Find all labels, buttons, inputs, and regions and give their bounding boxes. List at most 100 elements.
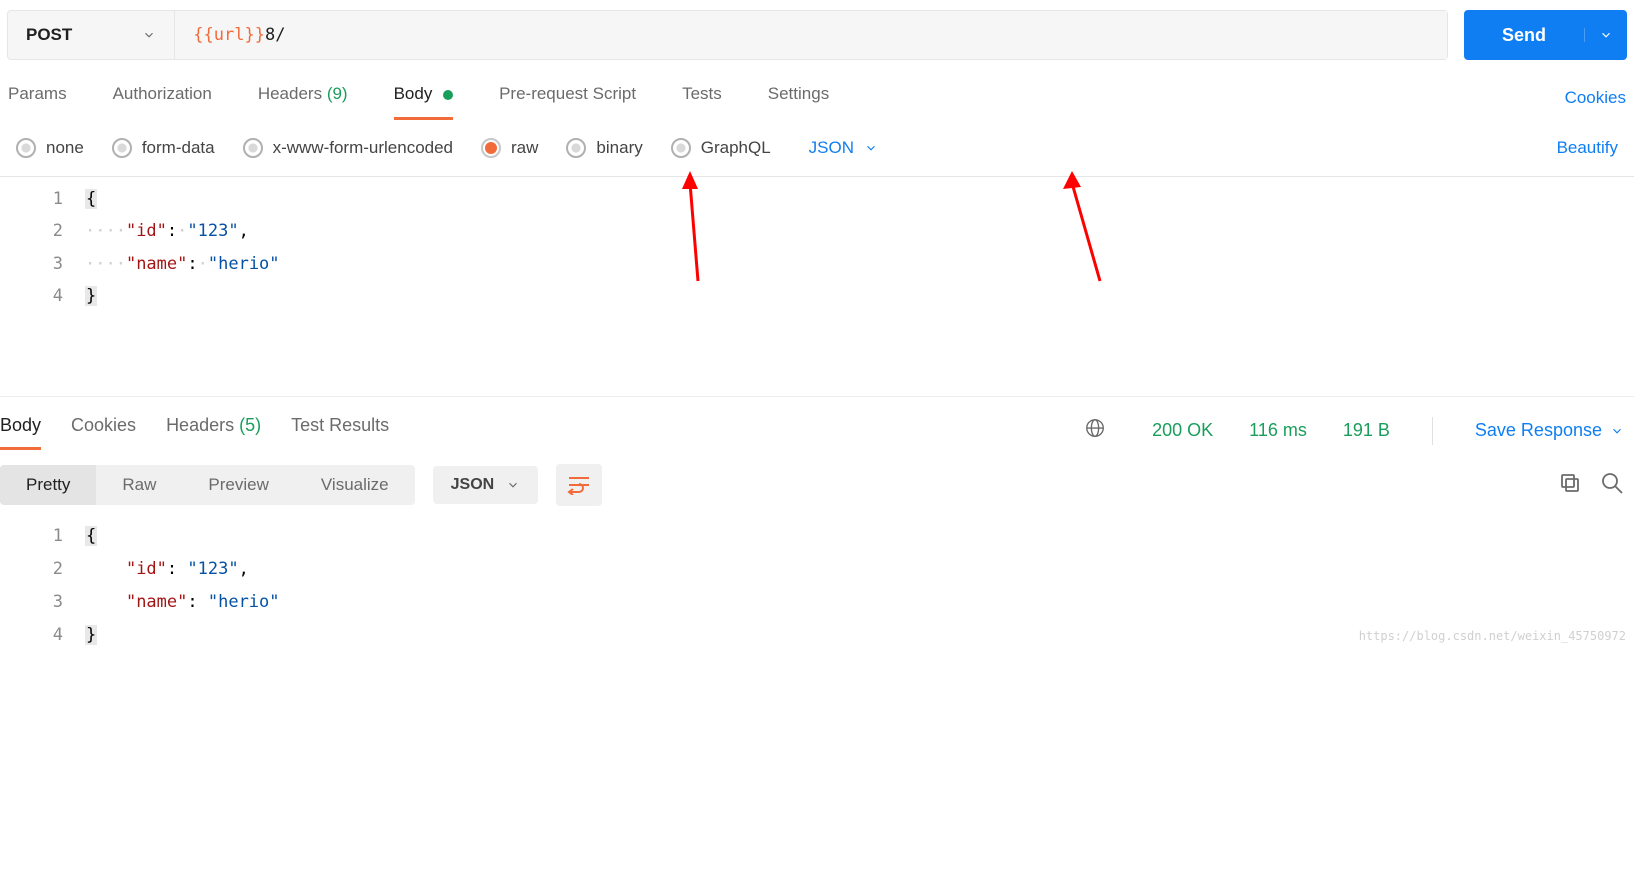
response-headers-label: Headers — [166, 415, 234, 435]
line-number: 1 — [0, 183, 85, 215]
radio-icon — [671, 138, 691, 158]
globe-icon[interactable] — [1084, 417, 1106, 444]
method-value: POST — [26, 25, 72, 45]
brace: { — [85, 189, 97, 209]
search-icon[interactable] — [1600, 471, 1624, 499]
tab-prerequest[interactable]: Pre-request Script — [499, 76, 636, 120]
tab-headers[interactable]: Headers (9) — [258, 76, 348, 120]
divider — [1432, 417, 1433, 445]
radio-xwww[interactable]: x-www-form-urlencoded — [243, 138, 453, 158]
status-time: 116 ms — [1249, 420, 1307, 441]
body-format-value: JSON — [809, 138, 854, 158]
radio-none[interactable]: none — [16, 138, 84, 158]
tab-body[interactable]: Body — [394, 76, 453, 120]
chevron-down-icon — [506, 478, 520, 492]
radio-graphql[interactable]: GraphQL — [671, 138, 771, 158]
radio-binary[interactable]: binary — [566, 138, 642, 158]
request-body-editor[interactable]: 1{ 2····"id":·"123", 3····"name":·"herio… — [0, 176, 1634, 396]
line-number: 2 — [0, 553, 85, 586]
request-tabs: Params Authorization Headers (9) Body Pr… — [0, 70, 1634, 120]
save-response-label: Save Response — [1475, 420, 1602, 441]
brace: } — [85, 625, 97, 645]
line-number: 4 — [0, 280, 85, 312]
response-format-select[interactable]: JSON — [433, 466, 539, 504]
send-button-label: Send — [1464, 25, 1584, 46]
radio-icon — [112, 138, 132, 158]
chevron-down-icon — [1599, 28, 1613, 42]
radio-label: form-data — [142, 138, 215, 158]
body-modified-dot-icon — [443, 90, 453, 100]
status-size: 191 B — [1343, 420, 1390, 441]
line-number: 3 — [0, 586, 85, 619]
radio-icon — [16, 138, 36, 158]
radio-label: x-www-form-urlencoded — [273, 138, 453, 158]
line-number: 1 — [0, 520, 85, 553]
json-value: "herio" — [208, 254, 280, 274]
tab-params[interactable]: Params — [8, 76, 67, 120]
watermark: https://blog.csdn.net/weixin_45750972 — [1359, 625, 1626, 648]
wrap-lines-button[interactable] — [556, 464, 602, 506]
response-format-value: JSON — [451, 476, 495, 494]
response-tabs: Body Cookies Headers (5) Test Results 20… — [0, 396, 1634, 450]
view-pretty[interactable]: Pretty — [0, 465, 96, 505]
radio-icon — [566, 138, 586, 158]
tab-tests[interactable]: Tests — [682, 76, 722, 120]
url-path: 8/ — [265, 25, 285, 45]
view-visualize[interactable]: Visualize — [295, 465, 415, 505]
radio-label: binary — [596, 138, 642, 158]
json-key: "id" — [126, 559, 167, 579]
radio-raw[interactable]: raw — [481, 138, 538, 158]
headers-count: (9) — [327, 84, 348, 103]
radio-label: none — [46, 138, 84, 158]
indent-dots: ···· — [85, 221, 126, 241]
cookies-link[interactable]: Cookies — [1565, 88, 1626, 108]
status-code: 200 OK — [1152, 420, 1213, 441]
url-variable: {{url}} — [193, 25, 265, 45]
request-bar: POST {{url}}8/ — [7, 10, 1448, 60]
send-button[interactable]: Send — [1464, 10, 1627, 60]
tab-settings[interactable]: Settings — [768, 76, 829, 120]
radio-label: raw — [511, 138, 538, 158]
beautify-link[interactable]: Beautify — [1557, 138, 1618, 158]
copy-icon[interactable] — [1558, 471, 1582, 499]
send-dropdown[interactable] — [1584, 28, 1627, 42]
radio-icon — [243, 138, 263, 158]
body-type-row: none form-data x-www-form-urlencoded raw… — [0, 120, 1634, 176]
chevron-down-icon — [864, 141, 878, 155]
brace: } — [85, 286, 97, 306]
radio-icon — [481, 138, 501, 158]
json-key: "name" — [126, 254, 187, 274]
response-tab-test-results[interactable]: Test Results — [291, 411, 389, 450]
json-key: "name" — [126, 592, 187, 612]
json-value: "123" — [187, 559, 238, 579]
body-format-select[interactable]: JSON — [809, 138, 878, 158]
json-key: "id" — [126, 221, 167, 241]
view-raw[interactable]: Raw — [96, 465, 182, 505]
url-input[interactable]: {{url}}8/ — [175, 11, 1447, 59]
line-number: 3 — [0, 248, 85, 280]
response-tab-headers[interactable]: Headers (5) — [166, 411, 261, 450]
response-headers-count: (5) — [239, 415, 261, 435]
wrap-icon — [567, 475, 591, 495]
tab-authorization[interactable]: Authorization — [113, 76, 212, 120]
line-number: 4 — [0, 619, 85, 652]
view-mode-segment: Pretty Raw Preview Visualize — [0, 465, 415, 505]
tab-headers-label: Headers — [258, 84, 322, 103]
radio-label: GraphQL — [701, 138, 771, 158]
response-body-editor[interactable]: 1{ 2 "id": "123", 3 "name": "herio" 4} h… — [0, 514, 1634, 653]
response-view-row: Pretty Raw Preview Visualize JSON — [0, 450, 1634, 514]
line-number: 2 — [0, 215, 85, 247]
save-response-button[interactable]: Save Response — [1475, 420, 1634, 441]
indent-dots: ···· — [85, 254, 126, 274]
response-tab-cookies[interactable]: Cookies — [71, 411, 136, 450]
chevron-down-icon — [1610, 424, 1624, 438]
tab-body-label: Body — [394, 84, 433, 103]
json-value: "123" — [187, 221, 238, 241]
chevron-down-icon — [142, 28, 156, 42]
response-tab-body[interactable]: Body — [0, 411, 41, 450]
method-select[interactable]: POST — [8, 11, 175, 59]
brace: { — [85, 526, 97, 546]
json-value: "herio" — [208, 592, 280, 612]
radio-form-data[interactable]: form-data — [112, 138, 215, 158]
view-preview[interactable]: Preview — [182, 465, 294, 505]
